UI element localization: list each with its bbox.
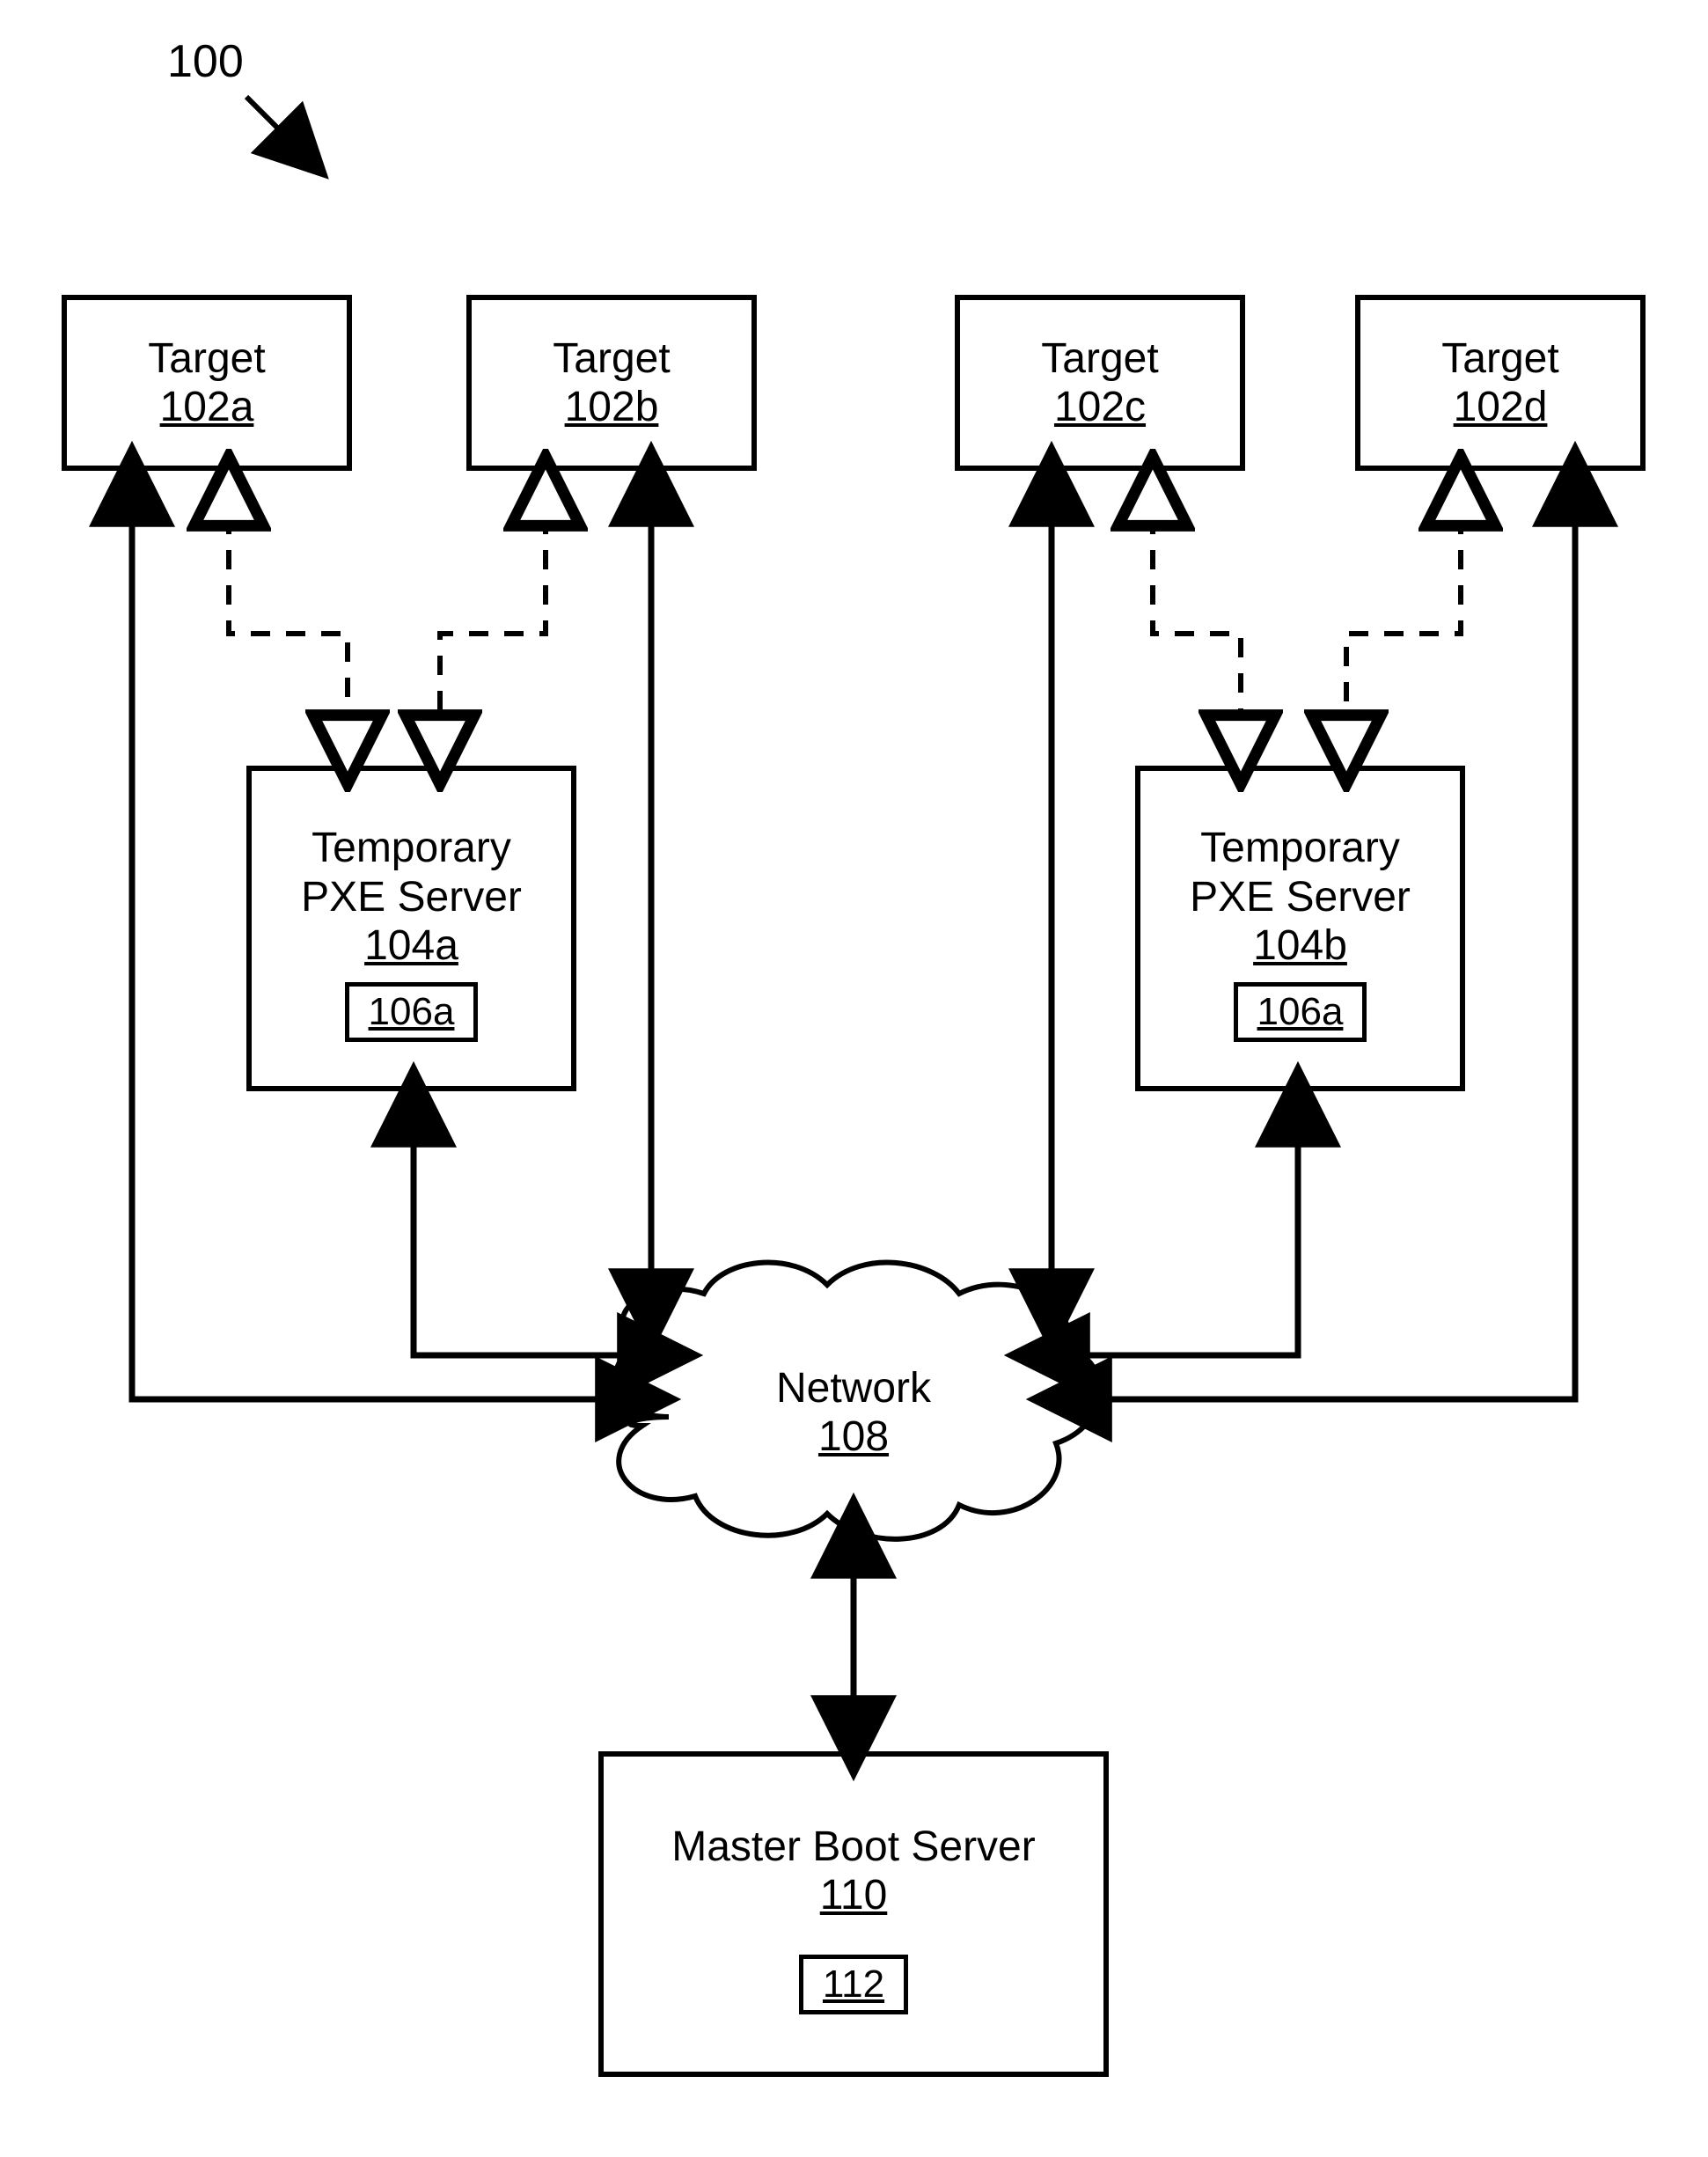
conn-pxe-b-network — [1038, 1096, 1298, 1355]
network-cloud: Network 108 — [634, 1280, 1074, 1544]
network-ref: 108 — [818, 1412, 889, 1461]
pxe-b-inner: 106a — [1234, 982, 1367, 1042]
conn-pxe-b-target-d — [1346, 480, 1461, 761]
conn-pxe-b-target-c — [1153, 480, 1241, 761]
target-box-d: Target 102d — [1355, 295, 1646, 471]
target-box-a: Target 102a — [62, 295, 352, 471]
conn-pxe-a-target-a — [229, 480, 348, 761]
target-c-ref: 102c — [1054, 383, 1146, 431]
pxe-a-ref: 104a — [364, 921, 458, 970]
pxe-b-ref: 104b — [1253, 921, 1347, 970]
target-c-label: Target — [1041, 334, 1158, 383]
target-d-ref: 102d — [1454, 383, 1548, 431]
target-b-label: Target — [553, 334, 670, 383]
conn-pxe-a-target-b — [440, 480, 546, 761]
master-boot-server: Master Boot Server 110 112 — [598, 1751, 1109, 2077]
master-inner-ref: 112 — [823, 1963, 884, 2006]
master-ref: 110 — [820, 1871, 888, 1919]
figure-number: 100 — [167, 35, 244, 88]
pxe-b-line1: Temporary — [1200, 824, 1400, 872]
target-b-ref: 102b — [565, 383, 659, 431]
target-d-label: Target — [1441, 334, 1558, 383]
pxe-a-line2: PXE Server — [301, 873, 522, 921]
target-a-ref: 102a — [160, 383, 254, 431]
pxe-b-inner-ref: 106a — [1257, 990, 1344, 1033]
figure-number-text: 100 — [167, 36, 244, 87]
target-box-c: Target 102c — [955, 295, 1245, 471]
target-box-b: Target 102b — [466, 295, 757, 471]
pxe-a-line1: Temporary — [312, 824, 511, 872]
pxe-b-line2: PXE Server — [1190, 873, 1411, 921]
master-label: Master Boot Server — [671, 1823, 1035, 1871]
conn-pxe-a-network — [414, 1096, 669, 1355]
pxe-a-inner-ref: 106a — [369, 990, 455, 1033]
network-label: Network — [776, 1364, 931, 1412]
master-inner: 112 — [799, 1955, 908, 2014]
diagram-canvas: 100 Target 102a Target 102b Target 102c … — [0, 0, 1708, 2157]
target-a-label: Target — [148, 334, 265, 383]
pxe-server-a: Temporary PXE Server 104a 106a — [246, 766, 576, 1091]
pxe-server-b: Temporary PXE Server 104b 106a — [1135, 766, 1465, 1091]
pxe-a-inner: 106a — [345, 982, 479, 1042]
